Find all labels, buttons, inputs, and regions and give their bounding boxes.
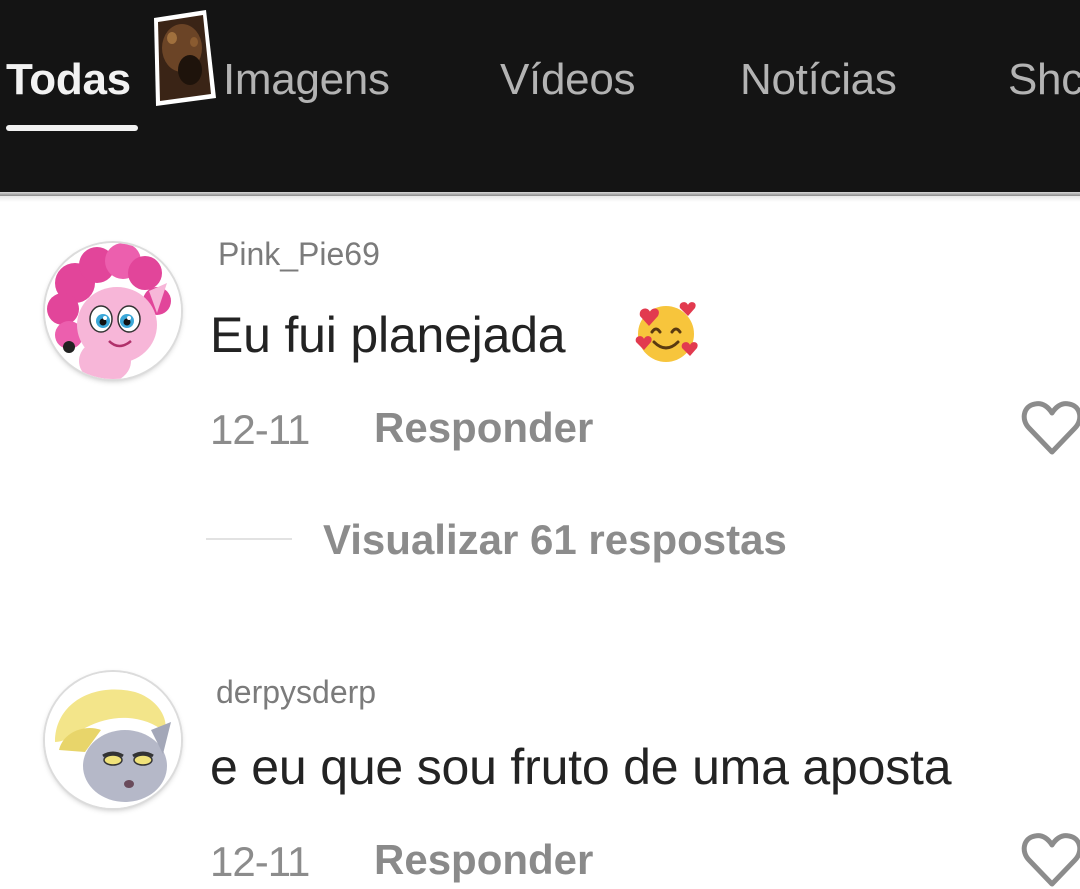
reply-button[interactable]: Responder (374, 836, 593, 884)
view-replies-button[interactable]: Visualizar 61 respostas (323, 516, 787, 564)
comment-date: 12-11 (210, 838, 310, 885)
reply-button[interactable]: Responder (374, 404, 593, 452)
search-tab-bar: Todas Imagens Vídeos Notícias Shc (0, 0, 1080, 196)
pink-pony-avatar-icon (45, 243, 181, 379)
comment-text: e eu que sou fruto de uma aposta (210, 739, 952, 795)
dog-sticker-image (154, 10, 216, 106)
tabbar-shadow (0, 192, 1080, 202)
comment-username[interactable]: derpysderp (216, 674, 376, 711)
tab-noticias[interactable]: Notícias (740, 52, 897, 108)
comment-username[interactable]: Pink_Pie69 (218, 236, 380, 273)
grey-pony-avatar-icon (45, 672, 181, 808)
avatar-pink-pony[interactable] (45, 243, 181, 379)
like-heart-icon[interactable] (1021, 400, 1080, 456)
tab-videos[interactable]: Vídeos (500, 52, 635, 108)
tab-shopping[interactable]: Shc (1008, 52, 1080, 108)
tab-imagens[interactable]: Imagens (223, 52, 390, 108)
smiling-face-with-hearts-icon (635, 302, 698, 362)
like-heart-icon[interactable] (1021, 832, 1080, 888)
tab-todas[interactable]: Todas (6, 52, 131, 108)
comment-text: Eu fui planejada (210, 307, 566, 363)
comment-date: 12-11 (210, 406, 310, 453)
replies-divider-line (206, 538, 292, 540)
avatar-grey-pony[interactable] (45, 672, 181, 808)
active-tab-indicator (6, 125, 138, 131)
